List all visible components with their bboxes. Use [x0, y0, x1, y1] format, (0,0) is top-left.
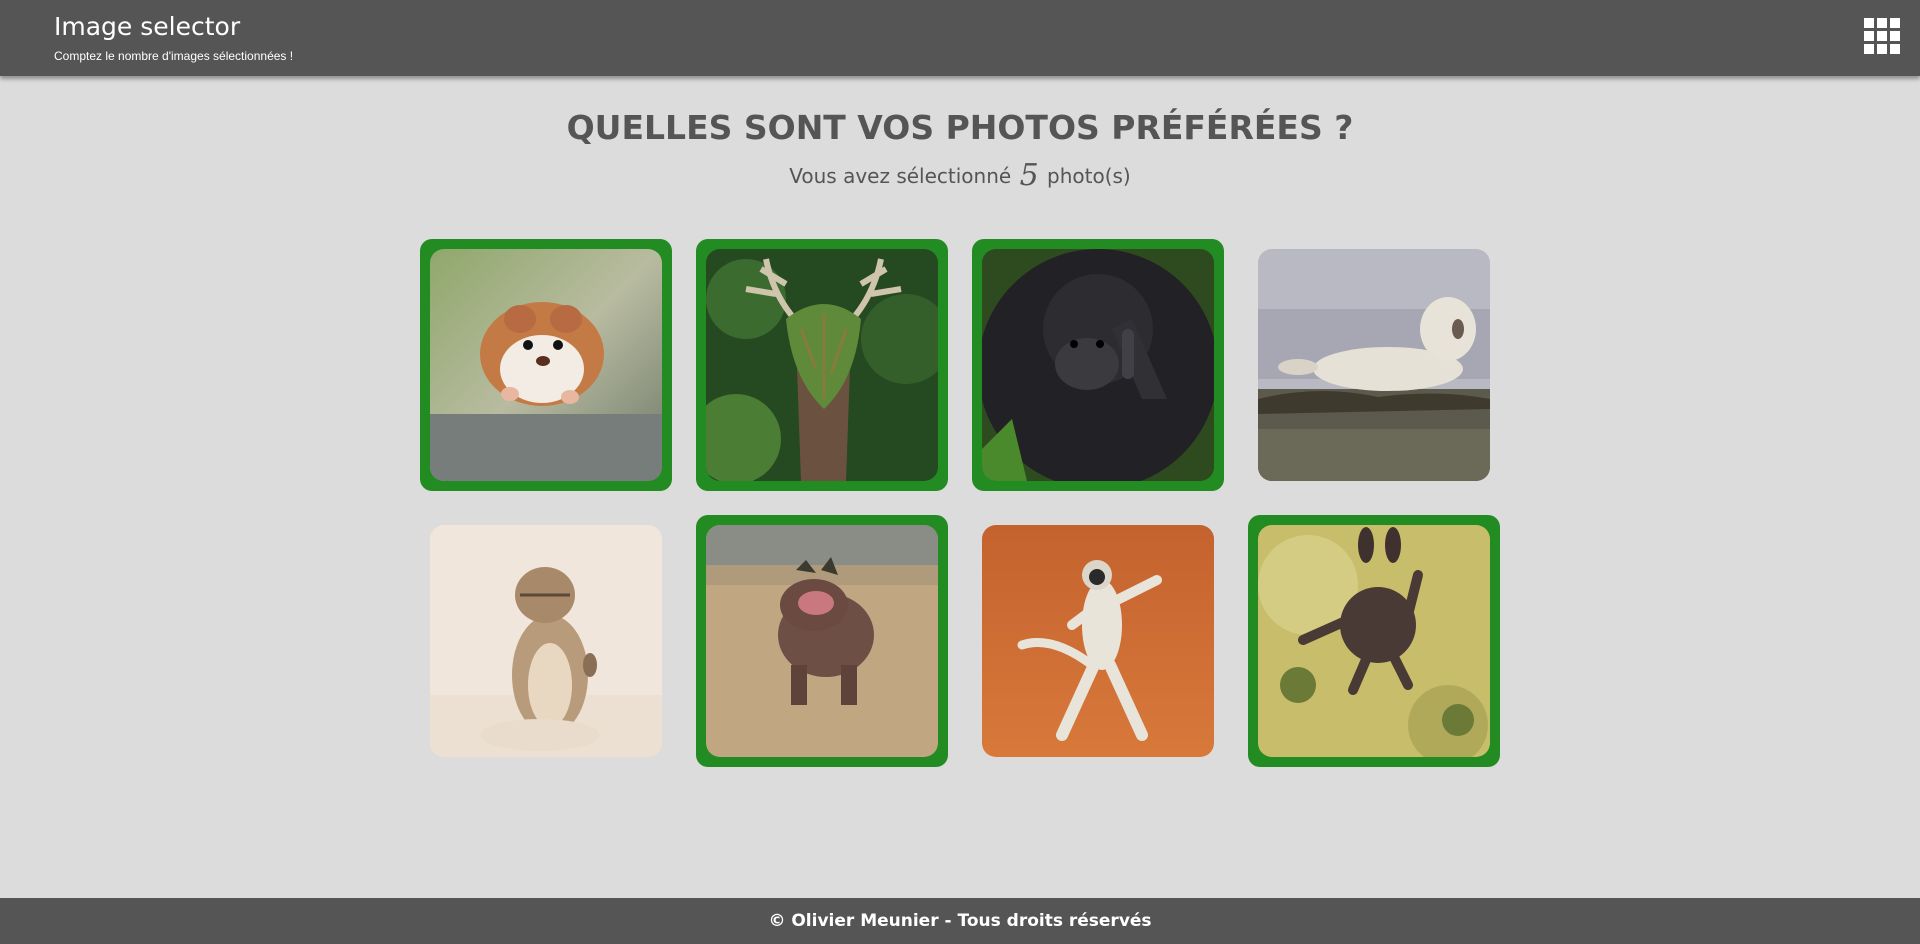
page-heading: QUELLES SONT VOS PHOTOS PRÉFÉRÉES ?: [566, 108, 1354, 147]
selected-count: 5: [1019, 158, 1039, 193]
photo-grid: [420, 239, 1500, 769]
counter-prefix: Vous avez sélectionné: [789, 164, 1012, 188]
photo-hippo[interactable]: [696, 515, 948, 767]
photo-squirrel[interactable]: [1248, 515, 1500, 767]
footer: © Olivier Meunier - Tous droits réservés: [0, 898, 1920, 944]
photo-deer[interactable]: [696, 239, 948, 491]
photo-gorilla[interactable]: [972, 239, 1224, 491]
photo-hamster[interactable]: [420, 239, 672, 491]
photo-ground-squirrel[interactable]: [420, 515, 672, 767]
app-title: Image selector: [54, 12, 241, 41]
app-subtitle: Comptez le nombre d'images sélectionnées…: [54, 49, 294, 63]
photo-lemur[interactable]: [972, 515, 1224, 767]
selection-counter: Vous avez sélectionné 5 photo(s): [0, 158, 1920, 193]
photo-seal[interactable]: [1248, 239, 1500, 491]
counter-suffix: photo(s): [1047, 164, 1131, 188]
grid-menu-icon[interactable]: [1864, 18, 1901, 55]
top-bar: Image selector Comptez le nombre d'image…: [0, 0, 1920, 76]
